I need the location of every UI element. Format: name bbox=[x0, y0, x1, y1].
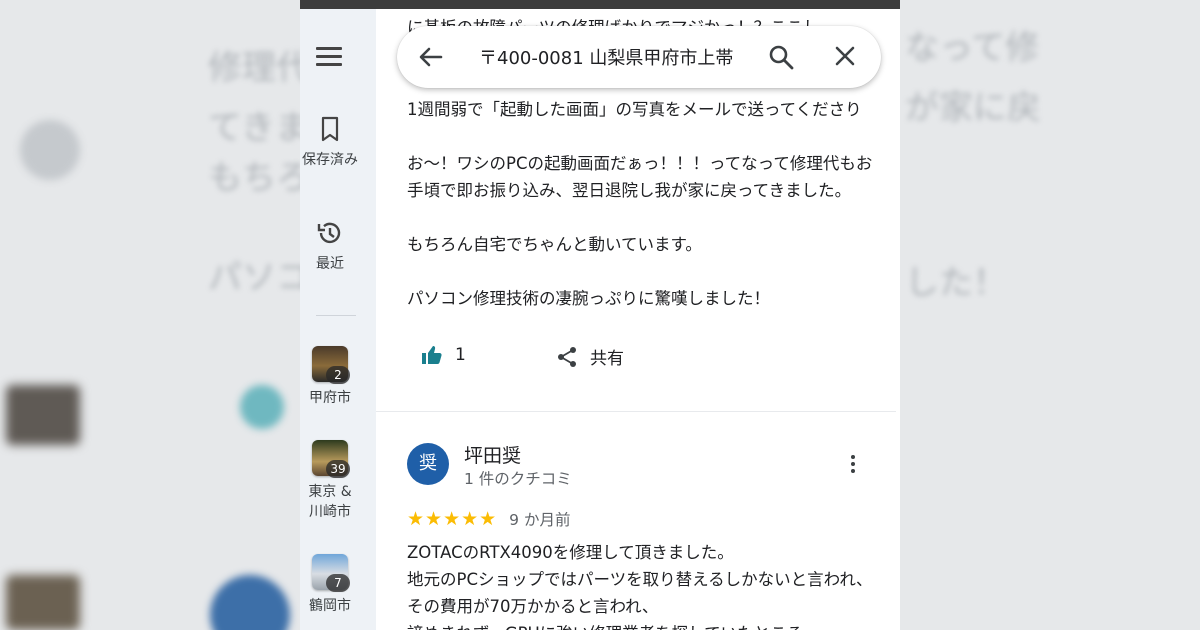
rail-place-tsuruoka[interactable]: 7 鶴岡市 bbox=[300, 554, 360, 616]
history-icon bbox=[317, 222, 341, 244]
like-count: 1 bbox=[455, 345, 466, 365]
rail-divider bbox=[316, 315, 356, 316]
place-thumbnail: 2 bbox=[312, 346, 350, 384]
star-rating: ★★★★★ bbox=[407, 508, 498, 530]
place-thumbnail: 7 bbox=[312, 554, 350, 592]
reviews-panel: に基板の故障パーツの修理ばかりでマジかっ！？ここし 1週間弱で「起動した画面」の… bbox=[376, 9, 896, 630]
phone-screen: 保存済み 最近 2 甲府市 39 東京 & 川崎市 7 鶴岡市 1週間弱で「起動… bbox=[300, 0, 900, 630]
reviewer-name[interactable]: 坪田奨 bbox=[464, 441, 521, 468]
place-count-badge: 39 bbox=[326, 460, 350, 478]
place-label: 鶴岡市 bbox=[309, 598, 351, 614]
share-icon bbox=[558, 346, 576, 367]
reviewer-header: 奨 坪田奨 1 件のクチコミ bbox=[407, 441, 887, 491]
review-actions: 1 共有 bbox=[421, 344, 841, 374]
more-options-icon[interactable] bbox=[844, 455, 862, 477]
share-button[interactable]: 共有 bbox=[556, 344, 624, 369]
hamburger-menu-icon[interactable] bbox=[316, 47, 342, 67]
review-text-line: パソコン修理技術の凄腕っぷりに驚嘆しました！ bbox=[407, 289, 770, 308]
reviewer-review-count: 1 件のクチコミ bbox=[464, 470, 572, 488]
search-bar: 〒400-0081 山梨県甲府市上帯 bbox=[397, 26, 881, 88]
rail-item-recent[interactable]: 最近 bbox=[300, 219, 360, 273]
place-label: 東京 & 川崎市 bbox=[308, 484, 352, 520]
side-rail: 保存済み 最近 2 甲府市 39 東京 & 川崎市 7 鶴岡市 bbox=[300, 9, 377, 630]
review-date: 9 か月前 bbox=[509, 511, 571, 529]
status-bar bbox=[300, 0, 900, 9]
review-text-line: 諦めきれず、GPUに強い修理業者を探していたところ bbox=[407, 620, 877, 630]
review-divider bbox=[376, 411, 896, 412]
place-count-badge: 7 bbox=[326, 574, 350, 592]
place-label: 甲府市 bbox=[309, 390, 351, 406]
rail-item-label: 保存済み bbox=[302, 152, 358, 168]
place-count-badge: 2 bbox=[326, 366, 350, 384]
bookmark-icon bbox=[321, 116, 339, 142]
search-icon[interactable] bbox=[767, 43, 795, 71]
review-rating-row: ★★★★★ 9 か月前 bbox=[407, 508, 570, 530]
review-text-line: ZOTACのRTX4090を修理して頂きました。 bbox=[407, 543, 734, 562]
like-button[interactable]: 1 bbox=[421, 344, 466, 366]
arrow-left-icon[interactable] bbox=[417, 43, 445, 71]
search-input[interactable]: 〒400-0081 山梨県甲府市上帯 bbox=[479, 44, 749, 70]
review-text-line: 1週間弱で「起動した画面」の写真をメールで送ってくださり bbox=[407, 100, 862, 119]
rail-place-tokyo[interactable]: 39 東京 & 川崎市 bbox=[300, 440, 360, 522]
review-text-line: 地元のPCショップではパーツを取り替えるしかないと言われ、その費用が70万かかる… bbox=[407, 570, 873, 616]
review-text-line: お〜！ワシのPCの起動画面だぁっ！！！ってなって修理代もお手頃で即お振り込み、翌… bbox=[407, 154, 873, 200]
rail-place-kofu[interactable]: 2 甲府市 bbox=[300, 346, 360, 408]
rail-item-saved[interactable]: 保存済み bbox=[300, 115, 360, 169]
review-text-line: もちろん自宅でちゃんと動いています。 bbox=[407, 235, 702, 254]
close-icon[interactable] bbox=[833, 44, 857, 68]
place-thumbnail: 39 bbox=[312, 440, 350, 478]
share-label: 共有 bbox=[590, 349, 624, 369]
rail-item-label: 最近 bbox=[316, 256, 344, 272]
avatar[interactable]: 奨 bbox=[407, 443, 449, 485]
thumbs-up-icon bbox=[422, 346, 442, 364]
